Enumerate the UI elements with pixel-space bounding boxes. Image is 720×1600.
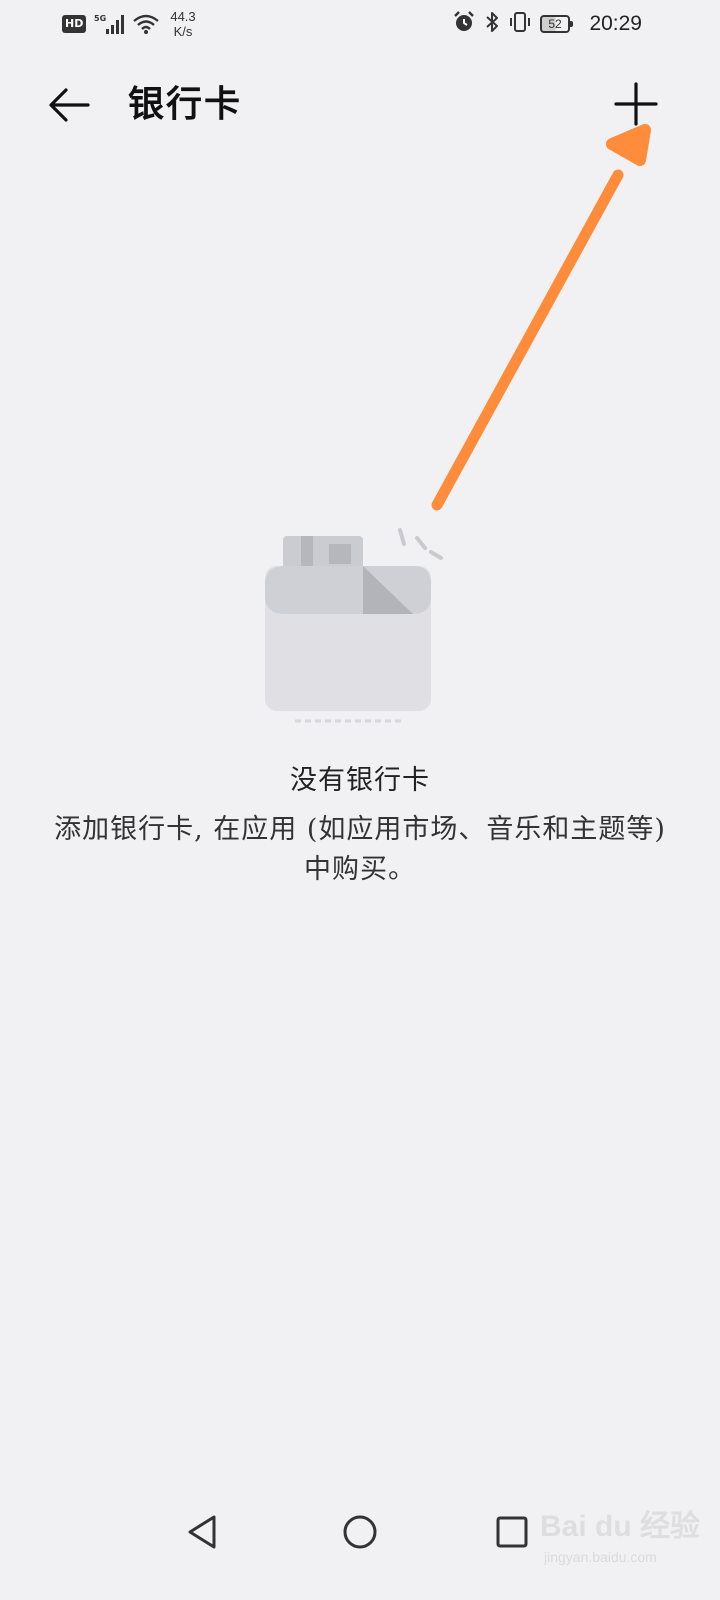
- battery-indicator: 52: [540, 15, 573, 33]
- hd-badge: HD: [62, 15, 87, 33]
- alarm-icon: [452, 10, 476, 38]
- page-title: 银行卡: [128, 83, 243, 125]
- watermark-url: jingyan.baidu.com: [544, 1549, 657, 1565]
- add-card-button[interactable]: [608, 76, 664, 132]
- clock: 20:29: [589, 12, 642, 35]
- battery-level: 52: [548, 17, 562, 31]
- empty-state-title: 没有银行卡: [290, 765, 430, 796]
- nav-back-button[interactable]: [180, 1508, 228, 1556]
- nav-recent-button[interactable]: [488, 1508, 536, 1556]
- baidu-watermark: Bai du 经验 jingyan.baidu.com: [540, 1508, 710, 1588]
- title-bar: 银行卡: [0, 60, 720, 150]
- status-bar: HD 5G 44.3 K/s 52 20:29: [0, 0, 720, 48]
- back-button[interactable]: [42, 80, 98, 130]
- network-speed: 44.3 K/s: [170, 9, 195, 39]
- plus-icon: [614, 82, 658, 126]
- wifi-icon: [132, 13, 160, 35]
- speed-value: 44.3: [170, 9, 196, 24]
- bluetooth-icon: [484, 10, 500, 38]
- square-recent-icon: [496, 1516, 528, 1548]
- status-left: HD 5G 44.3 K/s: [62, 8, 196, 40]
- vibrate-icon: [508, 10, 532, 38]
- wallet-card-icon: [265, 528, 443, 723]
- circle-home-icon: [343, 1515, 377, 1549]
- triangle-back-icon: [188, 1515, 216, 1549]
- network-type-label: 5G: [94, 14, 106, 23]
- nav-home-button[interactable]: [336, 1508, 384, 1556]
- signal-5g-icon: 5G: [94, 13, 125, 35]
- annotation-arrow: [431, 124, 651, 511]
- watermark-logo: Bai du 经验: [540, 1510, 701, 1543]
- empty-state-description: 添加银行卡, 在应用 (如应用市场、音乐和主题等) 中购买。: [54, 814, 666, 885]
- status-right: 52: [452, 8, 573, 40]
- speed-unit: K/s: [173, 24, 193, 39]
- arrow-left-icon: [49, 88, 90, 122]
